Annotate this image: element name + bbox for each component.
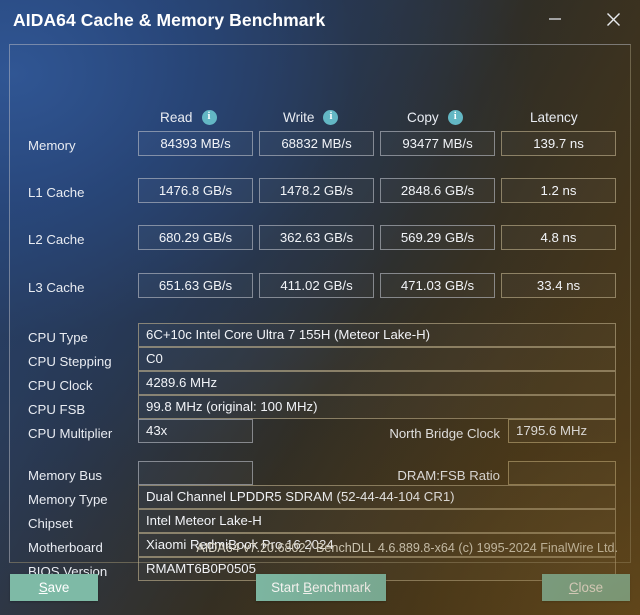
l1-read-value: 1476.8 GB/s — [138, 178, 253, 203]
write-info-icon[interactable]: i — [323, 109, 339, 125]
l1-latency-value: 1.2 ns — [501, 178, 616, 203]
minimize-button[interactable] — [538, 4, 572, 34]
read-info-icon[interactable]: i — [201, 109, 217, 125]
row-label-l1-cache: L1 Cache — [28, 185, 85, 200]
l3-read-value: 651.63 GB/s — [138, 273, 253, 298]
memory-read-value: 84393 MB/s — [138, 131, 253, 156]
label-cpu-type: CPU Type — [28, 330, 88, 345]
close-icon — [606, 12, 620, 26]
version-info-text: AIDA64 v7.20.6802 / BenchDLL 4.6.889.8-x… — [196, 541, 618, 555]
aida64-benchmark-window: AIDA64 Cache & Memory Benchmark Read i W… — [0, 0, 640, 615]
l2-read-value: 680.29 GB/s — [138, 225, 253, 250]
label-chipset: Chipset — [28, 516, 73, 531]
window-title: AIDA64 Cache & Memory Benchmark — [13, 10, 326, 30]
dram-fsb-ratio-value — [508, 461, 616, 485]
close-button[interactable] — [596, 4, 630, 34]
minimize-icon — [549, 18, 561, 20]
column-header-read-label: Read — [160, 109, 193, 125]
save-label-suffix: ave — [47, 580, 70, 595]
l3-write-value: 411.02 GB/s — [259, 273, 374, 298]
start-benchmark-accel-key: B — [303, 580, 313, 595]
close-accel-key: C — [568, 580, 579, 595]
start-benchmark-label-prefix: Start — [271, 580, 304, 595]
column-header-write: Write i — [283, 107, 339, 127]
label-memory-bus: Memory Bus — [28, 468, 103, 483]
close-label-suffix: lose — [578, 580, 604, 595]
cpu-multiplier-value: 43x — [138, 419, 253, 443]
north-bridge-clock-value: 1795.6 MHz — [508, 419, 616, 443]
l1-write-value: 1478.2 GB/s — [259, 178, 374, 203]
l3-copy-value: 471.03 GB/s — [380, 273, 495, 298]
column-header-latency: Latency — [530, 107, 578, 127]
label-cpu-stepping: CPU Stepping — [28, 354, 112, 369]
l2-latency-value: 4.8 ns — [501, 225, 616, 250]
memory-write-value: 68832 MB/s — [259, 131, 374, 156]
cpu-stepping-value: C0 — [138, 347, 616, 371]
memory-copy-value: 93477 MB/s — [380, 131, 495, 156]
row-label-memory: Memory — [28, 138, 76, 153]
l2-copy-value: 569.29 GB/s — [380, 225, 495, 250]
save-accel-key: S — [38, 580, 48, 595]
l3-latency-value: 33.4 ns — [501, 273, 616, 298]
label-dram-fsb-ratio: DRAM:FSB Ratio — [397, 468, 500, 483]
row-label-l3-cache: L3 Cache — [28, 280, 85, 295]
chipset-value: Intel Meteor Lake-H — [138, 509, 616, 533]
label-memory-type: Memory Type — [28, 492, 108, 507]
memory-latency-value: 139.7 ns — [501, 131, 616, 156]
memory-type-value: Dual Channel LPDDR5 SDRAM (52-44-44-104 … — [138, 485, 616, 509]
cpu-type-value: 6C+10c Intel Core Ultra 7 155H (Meteor L… — [138, 323, 616, 347]
l1-copy-value: 2848.6 GB/s — [380, 178, 495, 203]
column-header-copy-label: Copy — [407, 109, 439, 125]
column-header-copy: Copy i — [407, 107, 463, 127]
column-header-read: Read i — [160, 107, 217, 127]
l2-write-value: 362.63 GB/s — [259, 225, 374, 250]
label-north-bridge-clock: North Bridge Clock — [389, 426, 500, 441]
label-cpu-fsb: CPU FSB — [28, 402, 86, 417]
memory-bus-value — [138, 461, 253, 485]
column-header-latency-label: Latency — [530, 109, 578, 125]
label-cpu-multiplier: CPU Multiplier — [28, 426, 113, 441]
title-bar: AIDA64 Cache & Memory Benchmark — [0, 0, 640, 41]
copy-info-icon[interactable]: i — [447, 109, 463, 125]
close-dialog-button[interactable]: Close — [542, 574, 630, 601]
save-button[interactable]: Save — [10, 574, 98, 601]
start-benchmark-label-suffix: enchmark — [312, 580, 371, 595]
content-panel: Read i Write i Copy i Latency Memory 843… — [9, 44, 631, 581]
row-label-l2-cache: L2 Cache — [28, 232, 85, 247]
cpu-fsb-value: 99.8 MHz (original: 100 MHz) — [138, 395, 616, 419]
cpu-clock-value: 4289.6 MHz — [138, 371, 616, 395]
label-cpu-clock: CPU Clock — [28, 378, 93, 393]
column-header-write-label: Write — [283, 109, 315, 125]
start-benchmark-button[interactable]: Start Benchmark — [256, 574, 386, 601]
